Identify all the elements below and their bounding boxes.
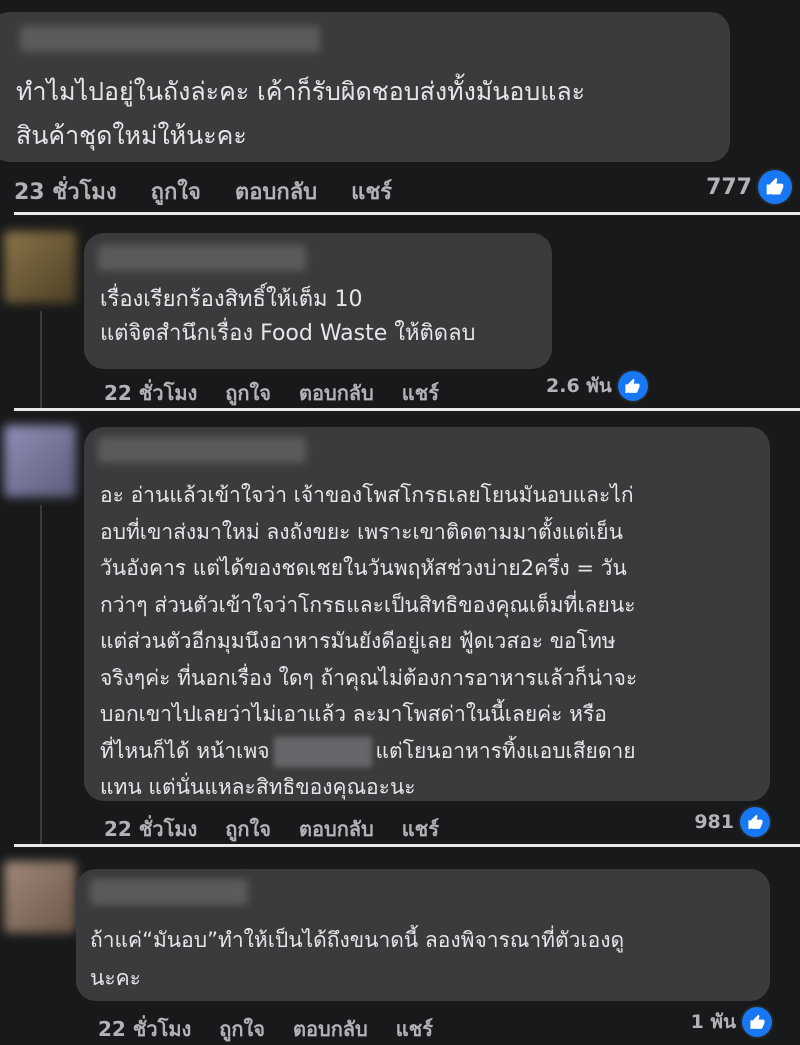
page-name-redacted	[273, 736, 372, 767]
like-button[interactable]: ถูกใจ	[219, 1013, 265, 1045]
reaction-number: 1 พัน	[690, 1011, 736, 1033]
author-name-redacted	[90, 879, 248, 905]
comment-bubble: อะ อ่านแล้วเข้าใจว่า เจ้าของโพสโกรธเลยโย…	[84, 427, 770, 801]
author-name-redacted	[20, 26, 320, 52]
comment-text: ทำไมไปอยู่ในถังล่ะคะ เค้าก็รับผิดชอบส่งท…	[16, 77, 586, 150]
timestamp[interactable]: 22 ชั่วโมง	[104, 813, 197, 845]
comment-text-part-1: อะ อ่านแล้วเข้าใจว่า เจ้าของโพสโกรธเลยโย…	[100, 483, 638, 763]
thumbs-up-icon	[742, 1007, 772, 1037]
avatar[interactable]	[4, 425, 76, 497]
reaction-number: 2.6 พัน	[546, 375, 612, 397]
comment-actions: 22 ชั่วโมง ถูกใจ ตอบกลับ แชร์	[104, 813, 439, 845]
timestamp[interactable]: 22 ชั่วโมง	[104, 377, 197, 409]
thumbs-up-icon	[617, 371, 648, 401]
avatar[interactable]	[4, 861, 76, 933]
reaction-number: 981	[694, 811, 734, 833]
thumbs-up-icon	[740, 807, 770, 837]
reaction-count[interactable]: 1 พัน	[691, 1007, 772, 1037]
reaction-count[interactable]: 777	[706, 170, 792, 204]
share-button[interactable]: แชร์	[402, 813, 439, 845]
reaction-number: 777	[706, 174, 752, 200]
comment-bubble: ถ้าแค่“มันอบ”ทำให้เป็นได้ถึงขนาดนี้ ลองพ…	[76, 869, 770, 1001]
comment-text: เรื่องเรียกร้องสิทธิ์ให้เต็ม 10 แต่จิตสำ…	[100, 287, 476, 346]
comment-text: อะ อ่านแล้วเข้าใจว่า เจ้าของโพสโกรธเลยโย…	[100, 477, 637, 806]
reply-button[interactable]: ตอบกลับ	[299, 813, 374, 845]
reaction-count[interactable]: 2.6 พัน	[546, 371, 648, 401]
comment-actions: 22 ชั่วโมง ถูกใจ ตอบกลับ แชร์	[98, 1013, 433, 1045]
avatar[interactable]	[4, 231, 76, 303]
comment-bubble: เรื่องเรียกร้องสิทธิ์ให้เต็ม 10 แต่จิตสำ…	[84, 233, 552, 369]
comment-text: ถ้าแค่“มันอบ”ทำให้เป็นได้ถึงขนาดนี้ ลองพ…	[90, 928, 625, 990]
comment-bubble: ทำไมไปอยู่ในถังล่ะคะ เค้าก็รับผิดชอบส่งท…	[0, 12, 730, 162]
author-name-redacted	[98, 245, 306, 271]
comment-1: ทำไมไปอยู่ในถังล่ะคะ เค้าก็รับผิดชอบส่งท…	[0, 0, 800, 212]
reply-button[interactable]: ตอบกลับ	[293, 1013, 368, 1045]
like-button[interactable]: ถูกใจ	[225, 377, 271, 409]
timestamp[interactable]: 22 ชั่วโมง	[98, 1013, 191, 1045]
comment-4: ถ้าแค่“มันอบ”ทำให้เป็นได้ถึงขนาดนี้ ลองพ…	[0, 847, 800, 1045]
timestamp[interactable]: 23 ชั่วโมง	[14, 174, 117, 209]
comment-actions: 22 ชั่วโมง ถูกใจ ตอบกลับ แชร์	[104, 377, 439, 409]
reaction-count[interactable]: 981	[694, 807, 770, 837]
comment-actions: 23 ชั่วโมง ถูกใจ ตอบกลับ แชร์	[14, 174, 392, 209]
thumbs-up-icon	[758, 170, 792, 204]
share-button[interactable]: แชร์	[402, 377, 439, 409]
share-button[interactable]: แชร์	[351, 174, 392, 209]
comment-2: เรื่องเรียกร้องสิทธิ์ให้เต็ม 10 แต่จิตสำ…	[0, 215, 800, 408]
share-button[interactable]: แชร์	[396, 1013, 433, 1045]
comment-3: อะ อ่านแล้วเข้าใจว่า เจ้าของโพสโกรธเลยโย…	[0, 411, 800, 844]
reply-button[interactable]: ตอบกลับ	[299, 377, 374, 409]
thread-line	[40, 505, 42, 844]
reply-button[interactable]: ตอบกลับ	[235, 174, 317, 209]
like-button[interactable]: ถูกใจ	[225, 813, 271, 845]
author-name-redacted	[98, 437, 306, 463]
thread-line	[40, 311, 42, 408]
like-button[interactable]: ถูกใจ	[151, 174, 201, 209]
